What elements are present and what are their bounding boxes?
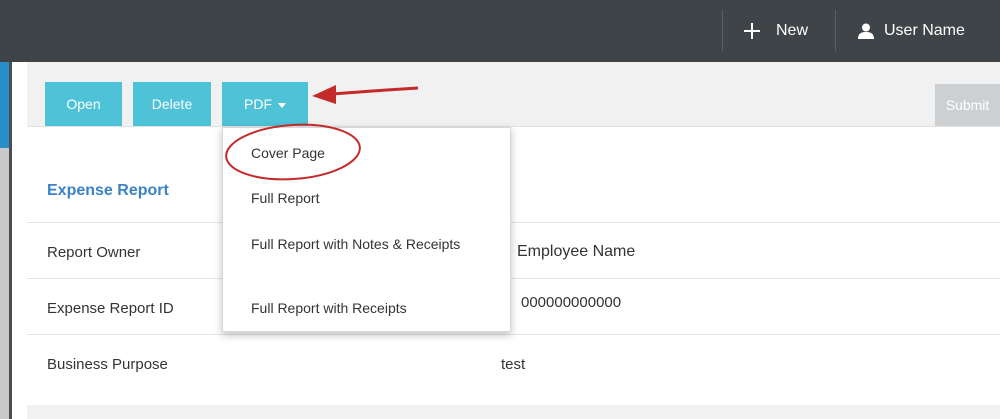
field-value-report-id: 000000000000 [521,294,622,311]
bottom-panel-strip [27,405,1000,419]
pdf-dropdown-menu: Cover Page Full Report Full Report with … [222,127,511,332]
user-icon [858,23,874,39]
open-button-label: Open [66,96,101,112]
left-edge-accent [0,62,9,148]
top-navigation-bar: New User Name [0,0,1000,62]
submit-button-label: Submit [945,97,990,113]
user-menu-button[interactable]: User Name [858,0,965,62]
open-button[interactable]: Open [45,82,122,126]
nav-divider [835,10,836,52]
delete-button-label: Delete [151,96,193,112]
section-title: Expense Report [47,182,169,199]
pdf-dropdown-button[interactable]: PDF [222,82,308,126]
field-label-report-owner: Report Owner [47,244,141,261]
pdf-button-label: PDF [244,96,272,112]
new-button-label: New [776,22,809,39]
user-name-label: User Name [884,22,965,39]
plus-icon [744,23,760,39]
menu-item-full-report-receipts[interactable]: Full Report with Receipts [251,300,407,316]
field-label-business-purpose: Business Purpose [47,356,168,373]
field-label-report-id: Expense Report ID [47,300,174,317]
delete-button[interactable]: Delete [133,82,211,126]
left-edge-divider [9,62,12,419]
menu-item-cover-page[interactable]: Cover Page [251,145,325,161]
field-value-business-purpose: test [501,356,526,373]
field-value-report-owner: Employee Name [517,243,636,260]
left-edge-panel [0,148,9,419]
row-divider [27,222,1000,223]
menu-item-full-report-notes-receipts[interactable]: Full Report with Notes & Receipts [251,236,471,252]
row-divider [27,278,1000,279]
submit-button[interactable]: Submit [935,84,1000,126]
nav-divider [722,10,723,52]
menu-item-full-report[interactable]: Full Report [251,190,319,206]
row-divider [27,334,1000,335]
toolbar-separator [27,126,1000,127]
caret-down-icon [278,102,286,108]
new-button[interactable]: New [744,0,808,62]
